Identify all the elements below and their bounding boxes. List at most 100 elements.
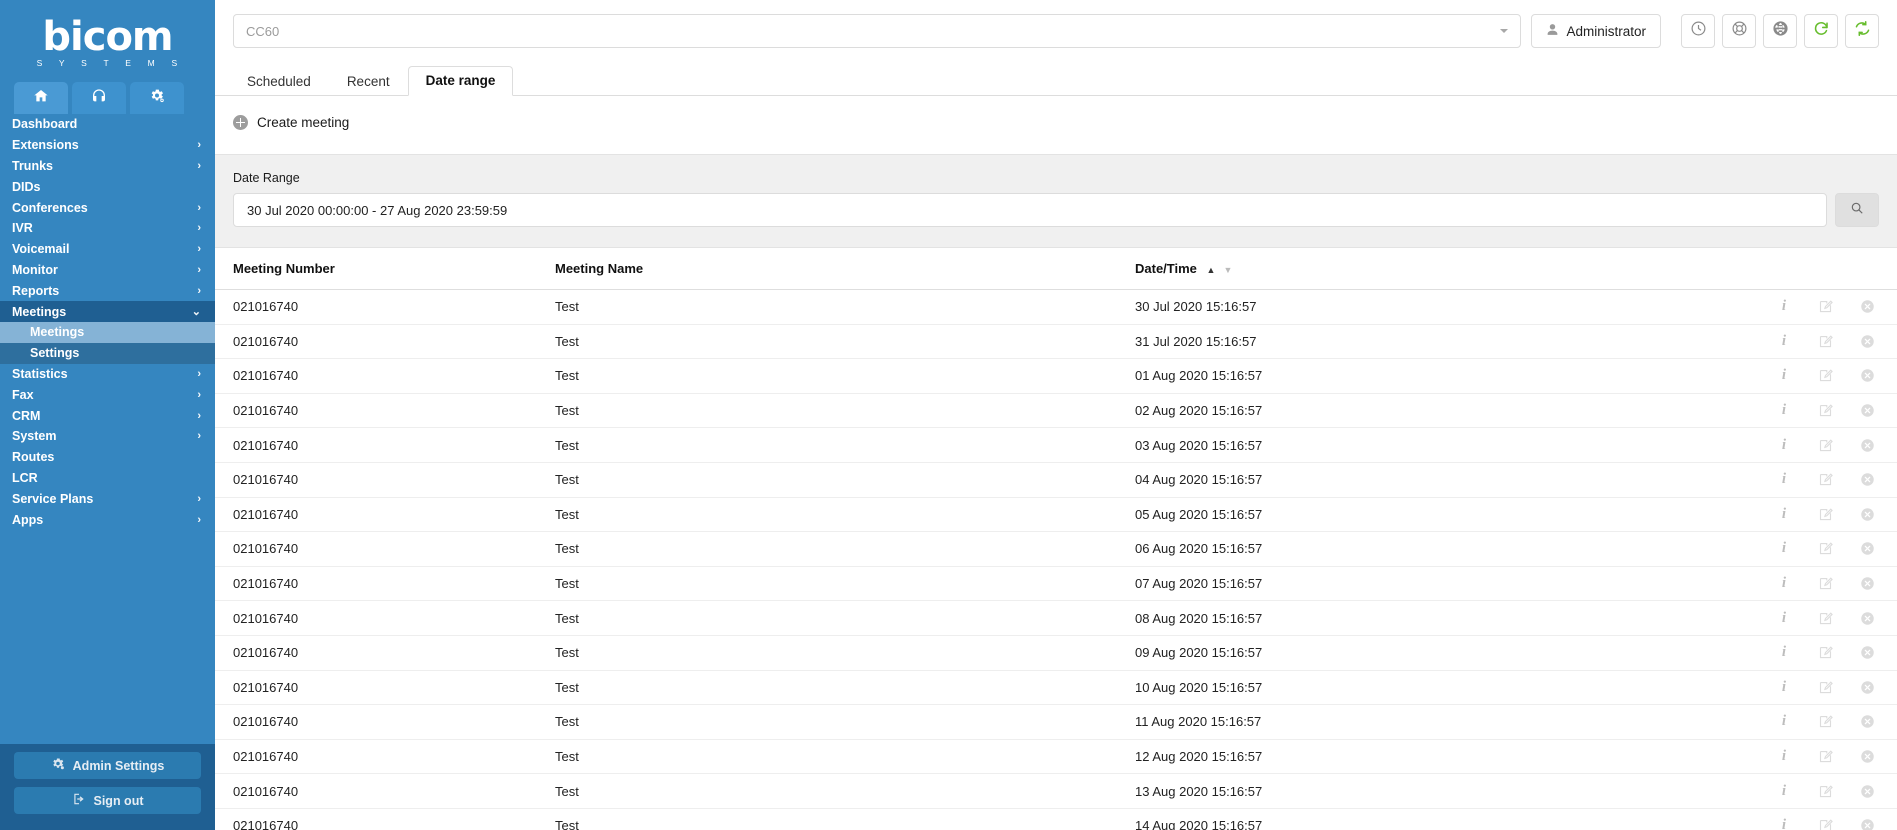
clock-button[interactable]: [1681, 14, 1715, 48]
delete-icon[interactable]: [1860, 299, 1875, 314]
delete-icon[interactable]: [1860, 784, 1875, 799]
info-icon[interactable]: i: [1777, 679, 1791, 696]
sidebar-subitem-meetings[interactable]: Meetings: [0, 321, 215, 343]
info-icon[interactable]: i: [1777, 540, 1791, 557]
edit-icon[interactable]: [1818, 680, 1833, 695]
column-header-meeting-name[interactable]: Meeting Name: [555, 248, 1135, 290]
sync-button[interactable]: [1845, 14, 1879, 48]
admin-settings-button[interactable]: Admin Settings: [14, 752, 201, 779]
table-row[interactable]: 021016740 Test 03 Aug 2020 15:16:57 i: [215, 427, 1897, 463]
table-row[interactable]: 021016740 Test 12 Aug 2020 15:16:57 i: [215, 739, 1897, 775]
delete-icon[interactable]: [1860, 818, 1875, 830]
edit-icon[interactable]: [1818, 541, 1833, 556]
create-meeting-button[interactable]: Create meeting: [233, 115, 349, 130]
table-row[interactable]: 021016740 Test 01 Aug 2020 15:16:57 i: [215, 358, 1897, 394]
delete-icon[interactable]: [1860, 472, 1875, 487]
info-icon[interactable]: i: [1777, 402, 1791, 419]
column-header-meeting-number[interactable]: Meeting Number: [215, 248, 555, 290]
sidebar-item-voicemail[interactable]: Voicemail ›: [0, 239, 215, 260]
table-row[interactable]: 021016740 Test 09 Aug 2020 15:16:57 i: [215, 635, 1897, 671]
reload-button[interactable]: [1804, 14, 1838, 48]
tab-scheduled[interactable]: Scheduled: [229, 67, 329, 97]
edit-icon[interactable]: [1818, 611, 1833, 626]
tab-recent[interactable]: Recent: [329, 67, 408, 97]
delete-icon[interactable]: [1860, 507, 1875, 522]
sidebar-tab-settings[interactable]: [130, 82, 184, 114]
info-icon[interactable]: i: [1777, 783, 1791, 800]
edit-icon[interactable]: [1818, 645, 1833, 660]
edit-icon[interactable]: [1818, 507, 1833, 522]
edit-icon[interactable]: [1818, 438, 1833, 453]
delete-icon[interactable]: [1860, 714, 1875, 729]
sort-descending-icon[interactable]: ▼: [1223, 265, 1234, 275]
sidebar-item-fax[interactable]: Fax ›: [0, 384, 215, 405]
sidebar-item-routes[interactable]: Routes: [0, 447, 215, 468]
sidebar-item-crm[interactable]: CRM ›: [0, 405, 215, 426]
sidebar-item-conferences[interactable]: Conferences ›: [0, 197, 215, 218]
sidebar-item-extensions[interactable]: Extensions ›: [0, 135, 215, 156]
sidebar-item-dids[interactable]: DIDs: [0, 176, 215, 197]
edit-icon[interactable]: [1818, 299, 1833, 314]
info-icon[interactable]: i: [1777, 367, 1791, 384]
table-row[interactable]: 021016740 Test 04 Aug 2020 15:16:57 i: [215, 462, 1897, 498]
table-row[interactable]: 021016740 Test 10 Aug 2020 15:16:57 i: [215, 670, 1897, 706]
table-row[interactable]: 021016740 Test 14 Aug 2020 15:16:57 i: [215, 808, 1897, 830]
edit-icon[interactable]: [1818, 472, 1833, 487]
delete-icon[interactable]: [1860, 368, 1875, 383]
info-icon[interactable]: i: [1777, 333, 1791, 350]
delete-icon[interactable]: [1860, 334, 1875, 349]
sidebar-item-monitor[interactable]: Monitor ›: [0, 260, 215, 281]
sidebar-item-lcr[interactable]: LCR: [0, 468, 215, 489]
sidebar-item-service-plans[interactable]: Service Plans ›: [0, 488, 215, 509]
admin-user-button[interactable]: Administrator: [1531, 14, 1661, 48]
table-row[interactable]: 021016740 Test 06 Aug 2020 15:16:57 i: [215, 531, 1897, 567]
delete-icon[interactable]: [1860, 611, 1875, 626]
sidebar-tab-support[interactable]: [72, 82, 126, 114]
support-button[interactable]: [1722, 14, 1756, 48]
table-row[interactable]: 021016740 Test 07 Aug 2020 15:16:57 i: [215, 566, 1897, 602]
sidebar-item-statistics[interactable]: Statistics ›: [0, 364, 215, 385]
table-row[interactable]: 021016740 Test 30 Jul 2020 15:16:57 i: [215, 289, 1897, 325]
tenant-select[interactable]: CC60: [233, 14, 1522, 48]
sidebar-tab-home[interactable]: [14, 82, 68, 114]
info-icon[interactable]: i: [1777, 610, 1791, 627]
edit-icon[interactable]: [1818, 334, 1833, 349]
edit-icon[interactable]: [1818, 784, 1833, 799]
sidebar-item-apps[interactable]: Apps ›: [0, 509, 215, 530]
sidebar-subitem-settings[interactable]: Settings: [0, 342, 215, 364]
table-row[interactable]: 021016740 Test 02 Aug 2020 15:16:57 i: [215, 393, 1897, 429]
edit-icon[interactable]: [1818, 576, 1833, 591]
sidebar-item-ivr[interactable]: IVR ›: [0, 218, 215, 239]
delete-icon[interactable]: [1860, 749, 1875, 764]
sidebar-item-meetings[interactable]: Meetings ⌄: [0, 301, 215, 322]
sidebar-item-dashboard[interactable]: Dashboard: [0, 114, 215, 135]
date-range-input[interactable]: 30 Jul 2020 00:00:00 - 27 Aug 2020 23:59…: [233, 193, 1827, 227]
delete-icon[interactable]: [1860, 541, 1875, 556]
delete-icon[interactable]: [1860, 438, 1875, 453]
table-row[interactable]: 021016740 Test 11 Aug 2020 15:16:57 i: [215, 704, 1897, 740]
sidebar-item-trunks[interactable]: Trunks ›: [0, 156, 215, 177]
sign-out-button[interactable]: Sign out: [14, 787, 201, 814]
delete-icon[interactable]: [1860, 680, 1875, 695]
delete-icon[interactable]: [1860, 645, 1875, 660]
info-icon[interactable]: i: [1777, 298, 1791, 315]
language-button[interactable]: [1763, 14, 1797, 48]
table-row[interactable]: 021016740 Test 31 Jul 2020 15:16:57 i: [215, 324, 1897, 360]
info-icon[interactable]: i: [1777, 713, 1791, 730]
info-icon[interactable]: i: [1777, 437, 1791, 454]
sidebar-item-system[interactable]: System ›: [0, 426, 215, 447]
info-icon[interactable]: i: [1777, 506, 1791, 523]
search-button[interactable]: [1835, 193, 1879, 227]
table-row[interactable]: 021016740 Test 05 Aug 2020 15:16:57 i: [215, 497, 1897, 533]
edit-icon[interactable]: [1818, 714, 1833, 729]
edit-icon[interactable]: [1818, 818, 1833, 830]
edit-icon[interactable]: [1818, 403, 1833, 418]
sort-ascending-icon[interactable]: ▲: [1207, 265, 1218, 275]
delete-icon[interactable]: [1860, 576, 1875, 591]
info-icon[interactable]: i: [1777, 471, 1791, 488]
table-row[interactable]: 021016740 Test 08 Aug 2020 15:16:57 i: [215, 600, 1897, 636]
info-icon[interactable]: i: [1777, 644, 1791, 661]
column-header-datetime[interactable]: Date/Time ▲ ▼: [1135, 248, 1707, 290]
sidebar-item-reports[interactable]: Reports ›: [0, 280, 215, 301]
delete-icon[interactable]: [1860, 403, 1875, 418]
